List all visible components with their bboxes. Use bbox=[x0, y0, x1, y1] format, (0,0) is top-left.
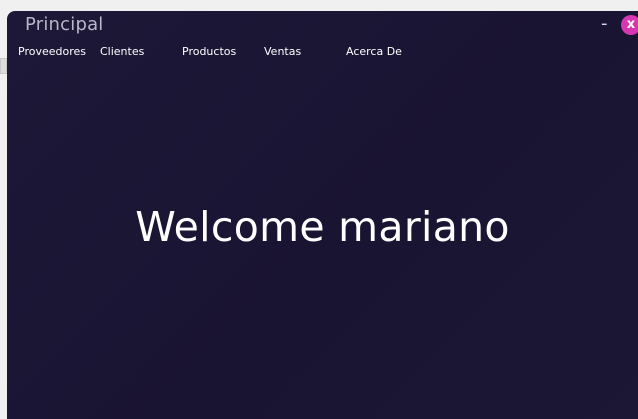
window-title: Principal bbox=[25, 14, 104, 35]
menu-item-clientes[interactable]: Clientes bbox=[100, 45, 144, 58]
menu-item-proveedores[interactable]: Proveedores bbox=[18, 45, 86, 58]
close-button[interactable]: x bbox=[621, 15, 638, 35]
menu-item-acerca-de[interactable]: Acerca De bbox=[346, 45, 402, 58]
main-window: Principal - x Proveedores Clientes Produ… bbox=[7, 11, 638, 419]
background-window-edge bbox=[0, 58, 7, 74]
minimize-button[interactable]: - bbox=[601, 13, 608, 34]
menu-item-ventas[interactable]: Ventas bbox=[264, 45, 301, 58]
welcome-message: Welcome mariano bbox=[135, 203, 510, 251]
menu-item-productos[interactable]: Productos bbox=[182, 45, 236, 58]
